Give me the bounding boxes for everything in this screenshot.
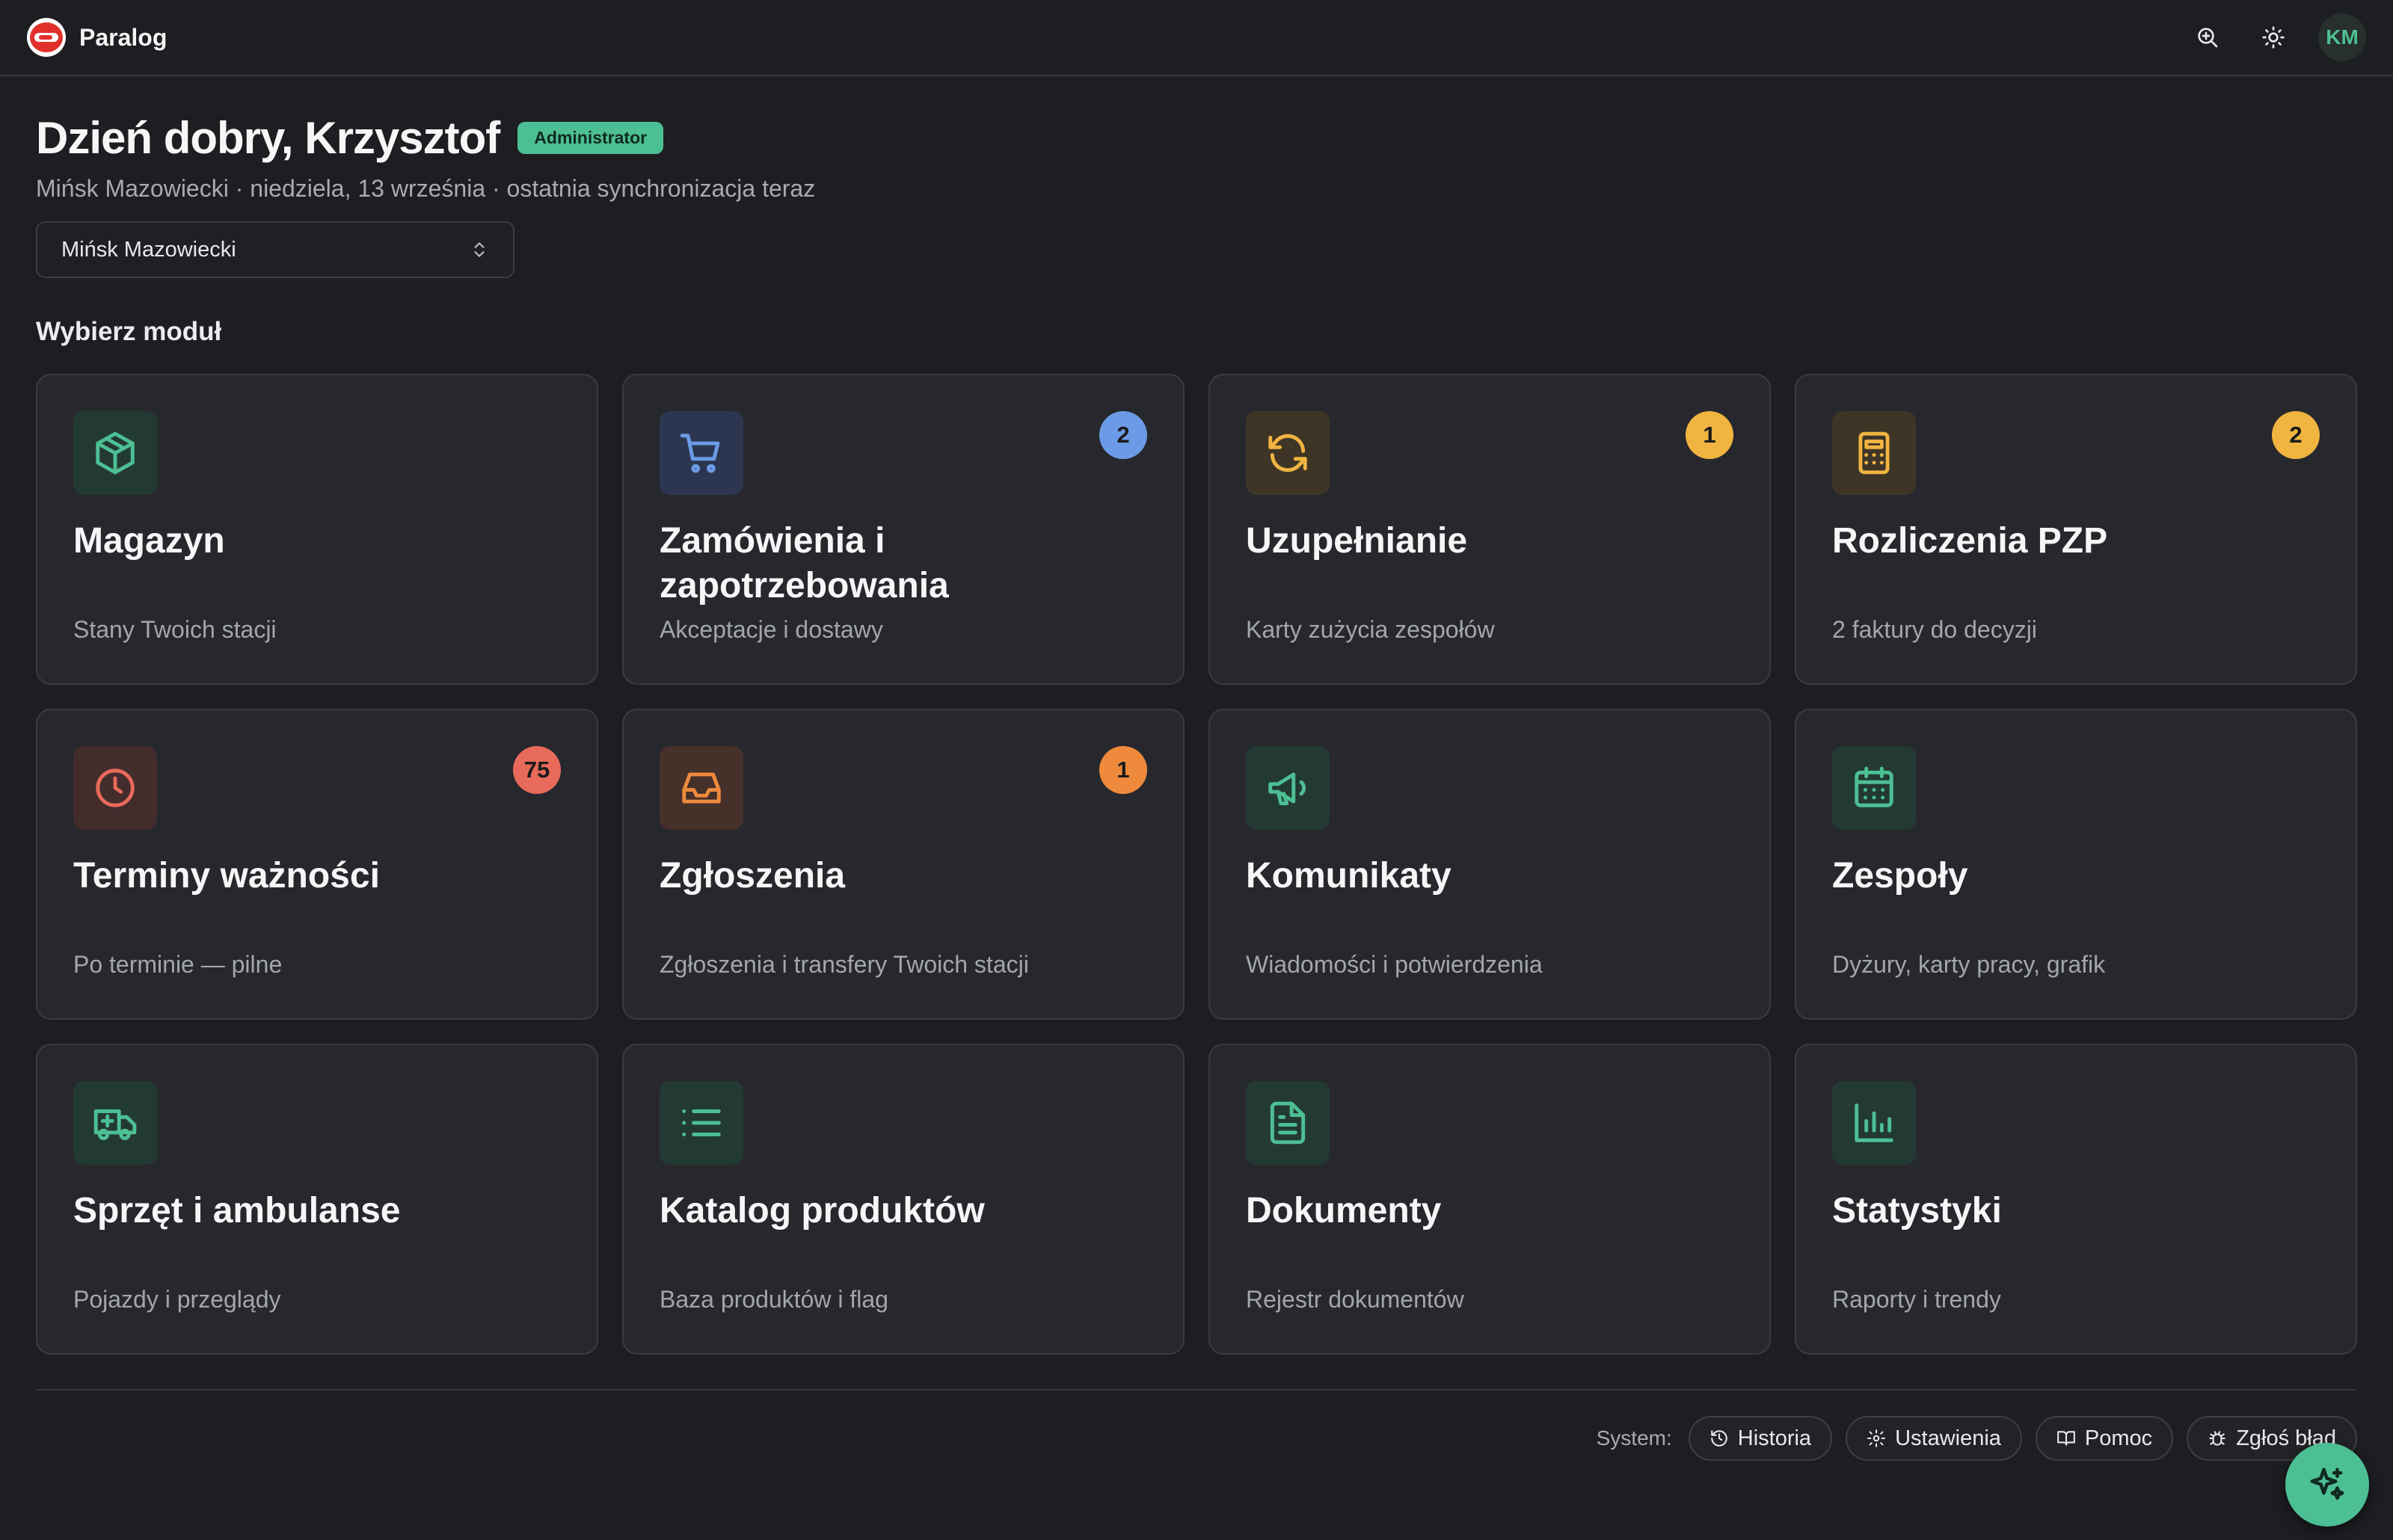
module-icon-tile — [73, 411, 157, 495]
section-title: Wybierz moduł — [36, 317, 222, 346]
module-icon-tile — [660, 1081, 743, 1165]
module-card[interactable]: Zamówienia i zapotrzebowania Akceptacje i… — [622, 374, 1185, 685]
bar-chart-icon — [1855, 1103, 1893, 1142]
module-description: Pojazdy i przeglądy — [73, 1286, 281, 1313]
module-icon-tile — [660, 746, 743, 830]
module-count-badge: 75 — [513, 746, 561, 794]
module-title: Terminy ważności — [73, 856, 380, 896]
role-badge: Administrator — [517, 122, 664, 154]
footer-button-label: Pomoc — [2084, 1426, 2153, 1450]
gear-icon — [1867, 1429, 1885, 1447]
clock-icon — [96, 769, 135, 807]
module-count-badge: 1 — [1686, 411, 1733, 459]
module-description: Baza produktów i flag — [660, 1286, 888, 1313]
module-card[interactable]: Sprzęt i ambulanse Pojazdy i przeglądy — [36, 1044, 598, 1355]
sun-icon — [2262, 26, 2285, 49]
module-card[interactable]: Dokumenty Rejestr dokumentów — [1208, 1044, 1771, 1355]
box-icon — [96, 431, 135, 475]
module-title: Zamówienia i zapotrzebowania — [660, 521, 949, 606]
module-icon-tile — [73, 746, 157, 830]
module-description: Karty zużycia zespołów — [1246, 616, 1495, 643]
module-icon-tile — [1832, 411, 1916, 495]
module-title: Rozliczenia PZP — [1832, 521, 2108, 561]
module-icon-tile — [1246, 746, 1330, 830]
module-title: Uzupełnianie — [1246, 521, 1468, 561]
module-icon-tile — [1832, 746, 1916, 830]
refresh-icon — [1268, 434, 1307, 472]
module-description: Po terminie — pilne — [73, 951, 283, 978]
list-icon — [682, 1109, 721, 1136]
module-description: Dyżury, karty pracy, grafik — [1832, 951, 2106, 978]
module-card[interactable]: Magazyn Stany Twoich stacji — [36, 374, 598, 685]
module-icon-tile — [1246, 411, 1330, 495]
app-name: Paralog — [79, 23, 168, 51]
inbox-icon — [682, 772, 721, 804]
module-title: Komunikaty — [1246, 856, 1452, 896]
footer-button-label: Historia — [1737, 1426, 1812, 1450]
module-card[interactable]: Rozliczenia PZP 2 faktury do decyzji 2 — [1795, 374, 2357, 685]
calendar-icon — [1855, 766, 1893, 807]
ambulance-icon — [93, 1109, 137, 1141]
module-title: Zespoły — [1832, 856, 1968, 896]
megaphone-icon — [1268, 772, 1306, 806]
cart-icon — [680, 434, 720, 473]
greeting-row: Dzień dobry, Krzysztof Administrator — [36, 112, 664, 164]
footer-label: System: — [1596, 1426, 1672, 1450]
module-card[interactable]: Statystyki Raporty i trendy — [1795, 1044, 2357, 1355]
footer-button-history[interactable]: Historia — [1688, 1416, 1833, 1461]
module-title: Zgłoszenia — [660, 856, 846, 896]
history-icon — [1710, 1430, 1727, 1447]
module-description: Rejestr dokumentów — [1246, 1286, 1464, 1313]
bug-icon — [2209, 1431, 2225, 1446]
search-icon — [2198, 28, 2218, 48]
footer-button-book[interactable]: Pomoc — [2035, 1416, 2174, 1461]
module-count-badge: 2 — [2272, 411, 2320, 459]
calculator-icon — [1858, 431, 1890, 475]
module-title: Sprzęt i ambulanse — [73, 1191, 401, 1231]
module-description: Raporty i trendy — [1832, 1286, 2001, 1313]
module-description: Stany Twoich stacji — [73, 616, 277, 643]
module-description: Zgłoszenia i transfery Twoich stacji — [660, 951, 1029, 978]
module-card[interactable]: Zgłoszenia Zgłoszenia i transfery Twoich … — [622, 709, 1185, 1020]
module-card[interactable]: Komunikaty Wiadomości i potwierdzenia — [1208, 709, 1771, 1020]
module-description: Akceptacje i dostawy — [660, 616, 883, 643]
module-card[interactable]: Zespoły Dyżury, karty pracy, grafik — [1795, 709, 2357, 1020]
module-icon-tile — [1832, 1081, 1916, 1165]
document-icon — [1270, 1101, 1306, 1145]
search-button[interactable] — [2187, 16, 2228, 58]
module-description: Wiadomości i potwierdzenia — [1246, 951, 1543, 978]
module-count-badge: 2 — [1099, 411, 1147, 459]
module-grid: Magazyn Stany Twoich stacji Zamówienia i z… — [36, 374, 2357, 1355]
system-footer: System: Historia Ustawienia Pomoc Zgłoś błą… — [1597, 1416, 2357, 1461]
module-description: 2 faktury do decyzji — [1832, 616, 2037, 643]
footer-button-label: Ustawienia — [1895, 1426, 2001, 1450]
module-title: Statystyki — [1832, 1191, 2002, 1231]
sparkles-icon — [2310, 1467, 2344, 1500]
module-icon-tile — [73, 1081, 157, 1165]
module-title: Magazyn — [73, 521, 225, 561]
app-logo[interactable] — [27, 18, 66, 57]
station-select-value: Mińsk Mazowiecki — [61, 237, 236, 262]
chevron-up-down-icon — [474, 242, 485, 257]
greeting-heading: Dzień dobry, Krzysztof — [36, 113, 500, 163]
assistant-fab[interactable] — [2285, 1443, 2369, 1527]
theme-toggle-button[interactable] — [2252, 16, 2294, 58]
module-card[interactable]: Katalog produktów Baza produktów i flag — [622, 1044, 1185, 1355]
user-avatar[interactable]: KM — [2318, 13, 2366, 61]
top-actions: KM — [2187, 13, 2366, 61]
module-card[interactable]: Uzupełnianie Karty zużycia zespołów 1 — [1208, 374, 1771, 685]
module-title: Katalog produktów — [660, 1191, 985, 1231]
module-icon-tile — [1246, 1081, 1330, 1165]
module-count-badge: 1 — [1099, 746, 1147, 794]
station-select[interactable]: Mińsk Mazowiecki — [36, 221, 514, 278]
book-icon — [2057, 1431, 2075, 1446]
footer-divider — [36, 1389, 2357, 1390]
module-title: Dokumenty — [1246, 1191, 1442, 1231]
station-status-line: Mińsk Mazowiecki · niedziela, 13 wrześni… — [36, 175, 816, 202]
top-bar: Paralog KM — [0, 0, 2393, 76]
module-card[interactable]: Terminy ważności Po terminie — pilne 75 — [36, 709, 598, 1020]
footer-button-gear[interactable]: Ustawienia — [1846, 1416, 2022, 1461]
module-icon-tile — [660, 411, 743, 495]
